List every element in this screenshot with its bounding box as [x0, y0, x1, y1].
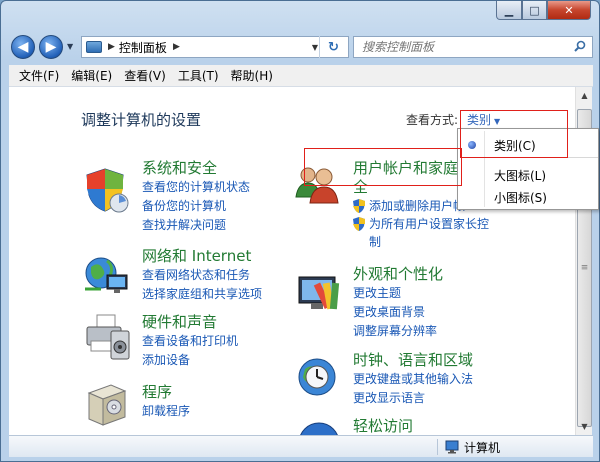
category-title-programs[interactable]: 程序	[142, 383, 190, 402]
page-title: 调整计算机的设置	[81, 111, 202, 129]
scroll-up-arrow-icon[interactable]: ▲	[576, 87, 593, 104]
category-title-system-security[interactable]: 系统和安全	[142, 159, 250, 178]
link-screen-resolution[interactable]: 调整屏幕分辨率	[353, 322, 443, 341]
link-parental-controls-label: 为所有用户设置家长控制	[369, 215, 489, 251]
refresh-button[interactable]: ↻	[319, 36, 347, 58]
category-ease-of-access: 轻松访问	[353, 417, 413, 435]
link-change-theme[interactable]: 更改主题	[353, 284, 443, 303]
minimize-button[interactable]: ▁	[496, 1, 522, 20]
category-network: 网络和 Internet 查看网络状态和任务 选择家庭组和共享选项	[142, 247, 262, 304]
forward-button[interactable]: ▶	[39, 35, 63, 59]
view-option-large-icons[interactable]: 大图标(L)	[494, 167, 546, 184]
back-arrow-icon: ◀	[17, 39, 29, 55]
programs-box-icon[interactable]	[81, 379, 131, 429]
status-location-text: 计算机	[464, 441, 501, 455]
category-hardware-sound: 硬件和声音 查看设备和打印机 添加设备	[142, 313, 238, 370]
search-box[interactable]	[353, 36, 593, 58]
ease-of-access-icon[interactable]	[295, 419, 345, 435]
close-icon: ✕	[564, 3, 574, 17]
link-display-language[interactable]: 更改显示语言	[353, 389, 473, 408]
category-clock-language: 时钟、语言和区域 更改键盘或其他输入法 更改显示语言	[353, 351, 473, 408]
network-globe-icon[interactable]	[81, 251, 131, 301]
highlight-box-users	[304, 148, 462, 186]
breadcrumb-chevron-icon[interactable]: ▶	[173, 42, 180, 52]
appearance-monitor-icon[interactable]	[295, 269, 345, 319]
recent-pages-dropdown[interactable]: ▼	[67, 42, 73, 51]
link-parental-controls-line2: 制	[369, 235, 382, 249]
menu-bar: 文件(F) 编辑(E) 查看(V) 工具(T) 帮助(H)	[9, 65, 593, 87]
link-uninstall-program[interactable]: 卸载程序	[142, 402, 190, 421]
link-add-remove-users-label: 添加或删除用户帐	[369, 199, 466, 213]
control-panel-window: ▁ □ ✕ ◀ ▶ ▼ ▶ 控制面板 ▶ ▼ ↻ 文件(F) 编辑(E) 查看(…	[0, 0, 600, 462]
navigation-bar: ◀ ▶ ▼ ▶ 控制面板 ▶ ▼ ↻	[9, 33, 593, 59]
category-appearance: 外观和个性化 更改主题 更改桌面背景 调整屏幕分辨率	[353, 265, 443, 341]
scroll-down-arrow-icon[interactable]: ▼	[576, 418, 593, 435]
uac-shield-icon	[353, 199, 365, 213]
computer-icon	[445, 440, 459, 454]
category-title-appearance[interactable]: 外观和个性化	[353, 265, 443, 284]
address-dropdown-icon[interactable]: ▼	[312, 43, 318, 52]
breadcrumb-chevron-icon[interactable]: ▶	[108, 42, 115, 52]
highlight-box-dropdown	[460, 110, 568, 158]
link-network-status[interactable]: 查看网络状态和任务	[142, 266, 262, 285]
link-homegroup-sharing[interactable]: 选择家庭组和共享选项	[142, 285, 262, 304]
search-input[interactable]	[362, 40, 562, 54]
link-devices-printers[interactable]: 查看设备和打印机	[142, 332, 238, 351]
status-divider	[437, 439, 438, 455]
category-title-hardware-sound[interactable]: 硬件和声音	[142, 313, 238, 332]
control-panel-icon	[86, 41, 102, 53]
printer-hardware-icon[interactable]	[81, 313, 131, 363]
forward-arrow-icon: ▶	[45, 39, 57, 55]
maximize-icon: □	[529, 3, 540, 17]
minimize-icon: ▁	[504, 3, 514, 17]
search-icon[interactable]	[574, 40, 586, 52]
uac-shield-icon	[353, 217, 365, 231]
category-programs: 程序 卸载程序	[142, 383, 190, 421]
refresh-icon: ↻	[328, 39, 339, 55]
address-bar[interactable]: ▶ 控制面板 ▶ ▼	[81, 36, 349, 58]
menu-view[interactable]: 查看(V)	[124, 67, 166, 84]
menu-help[interactable]: 帮助(H)	[231, 67, 273, 84]
link-add-device[interactable]: 添加设备	[142, 351, 238, 370]
category-title-clock-language[interactable]: 时钟、语言和区域	[353, 351, 473, 370]
caption-buttons: ▁ □ ✕	[496, 1, 591, 21]
link-backup-computer[interactable]: 备份您的计算机	[142, 197, 250, 216]
link-troubleshoot[interactable]: 查找并解决问题	[142, 216, 250, 235]
maximize-button[interactable]: □	[522, 1, 547, 20]
breadcrumb-control-panel[interactable]: 控制面板	[119, 39, 167, 56]
back-button[interactable]: ◀	[11, 35, 35, 59]
view-option-small-icons[interactable]: 小图标(S)	[494, 189, 547, 206]
shield-security-icon[interactable]	[81, 165, 131, 215]
menu-edit[interactable]: 编辑(E)	[71, 67, 112, 84]
link-view-computer-status[interactable]: 查看您的计算机状态	[142, 178, 250, 197]
clock-globe-icon[interactable]	[293, 351, 343, 401]
link-desktop-background[interactable]: 更改桌面背景	[353, 303, 443, 322]
menu-file[interactable]: 文件(F)	[19, 67, 59, 84]
link-change-keyboard[interactable]: 更改键盘或其他输入法	[353, 370, 473, 389]
category-system-security: 系统和安全 查看您的计算机状态 备份您的计算机 查找并解决问题	[142, 159, 250, 235]
menu-tools[interactable]: 工具(T)	[178, 67, 219, 84]
view-mode-label: 查看方式:	[406, 113, 459, 127]
link-parental-controls-line1: 为所有用户设置家长控	[369, 217, 490, 231]
close-button[interactable]: ✕	[547, 1, 591, 20]
link-parental-controls[interactable]: 为所有用户设置家长控制	[353, 215, 489, 251]
category-title-network[interactable]: 网络和 Internet	[142, 247, 262, 266]
category-title-ease-of-access[interactable]: 轻松访问	[353, 417, 413, 435]
scroll-grip-icon: ≡	[580, 263, 589, 273]
status-bar: 计算机	[9, 435, 593, 457]
